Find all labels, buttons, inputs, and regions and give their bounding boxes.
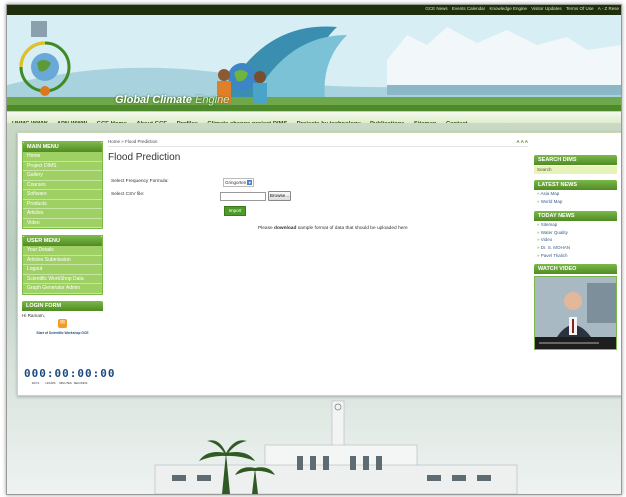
countdown-labels: DAYS HOURS MINUTES SECONDS xyxy=(28,381,88,385)
breadcrumb-text[interactable]: Home » Flood Prediction xyxy=(108,139,158,144)
user-menu-title: USER MENU xyxy=(23,236,102,246)
top-link[interactable]: Events Calendar xyxy=(452,6,485,11)
today-link[interactable]: Sitemap xyxy=(534,221,617,229)
globe-logo xyxy=(19,21,71,96)
brand-title: Global Climate Engine xyxy=(115,94,230,106)
banner-artwork xyxy=(7,15,621,111)
top-links: GCE News Events Calendar Knowledge Engin… xyxy=(422,6,619,11)
sidebar-item-workshop-data[interactable]: Scientific WorkShop Data xyxy=(23,274,102,284)
today-link[interactable]: Video xyxy=(534,236,617,244)
today-link[interactable]: Dr. S. MOHAN xyxy=(534,244,617,252)
video-thumbnail xyxy=(535,277,616,350)
news-link[interactable]: World Map xyxy=(534,198,617,206)
latest-news-title: LATEST NEWS xyxy=(534,180,617,190)
main-menu: MAIN MENU Home Project DIMS Gallery Cour… xyxy=(22,141,103,229)
sidebar-item-gallery[interactable]: Gallery xyxy=(23,171,102,181)
sidebar-item-project-dims[interactable]: Project DIMS xyxy=(23,161,102,171)
watch-video-title: WATCH VIDEO xyxy=(534,264,617,275)
frequency-select[interactable]: Gringorten ▾ xyxy=(223,178,255,187)
countdown-timer: 000:00:00:00 xyxy=(24,367,116,380)
workshop-icon: ✉ xyxy=(58,318,67,328)
search-title: SEARCH DIMS xyxy=(534,155,617,165)
sidebar-item-articles-submission[interactable]: Articles Submission xyxy=(23,255,102,265)
search-input[interactable]: Search xyxy=(534,166,617,174)
login-form-title: LOGIN FORM xyxy=(22,300,103,311)
main-content: Home » Flood Prediction A A A Flood Pred… xyxy=(108,137,528,231)
top-link[interactable]: A - Z Rese xyxy=(598,6,619,11)
right-sidebar: SEARCH DIMS Search LATEST NEWS Asia Map … xyxy=(534,155,617,351)
login-form: LOGIN FORM Hi Ramam, ✉ Start of Scientif… xyxy=(22,300,114,385)
top-link[interactable]: Terms Of Use xyxy=(566,6,594,11)
sidebar-item-video[interactable]: Video xyxy=(23,218,102,228)
sidebar-item-articles[interactable]: Articles xyxy=(23,209,102,219)
frequency-label: Select Frequency Formula: xyxy=(111,179,169,184)
today-news-title: TODAY NEWS xyxy=(534,211,617,222)
today-link[interactable]: Water Quality xyxy=(534,229,617,237)
sidebar-item-products[interactable]: Products xyxy=(23,199,102,209)
login-greeting: Hi Ramam, xyxy=(22,312,45,318)
top-link[interactable]: Knowledge Engine xyxy=(489,6,527,11)
csv-file-input[interactable] xyxy=(220,192,266,201)
page-title: Flood Prediction xyxy=(108,152,181,163)
chevron-down-icon: ▾ xyxy=(247,180,253,186)
header-banner: Global Climate Engine xyxy=(7,15,621,111)
download-link[interactable]: download xyxy=(274,226,296,231)
sidebar-item-your-details[interactable]: Your Details xyxy=(23,246,102,256)
frequency-select-value: Gringorten xyxy=(225,180,247,185)
download-note: Please download sample format of data th… xyxy=(258,226,408,231)
countdown-label: DAYS xyxy=(31,381,40,385)
browse-button[interactable]: Browse... xyxy=(268,191,291,201)
top-link[interactable]: GCE News xyxy=(425,6,447,11)
workshop-caption: Start of Scientific Workshop GCE xyxy=(36,330,89,335)
countdown-label: HOURS xyxy=(45,381,56,385)
sidebar-item-software[interactable]: Software xyxy=(23,190,102,200)
top-link[interactable]: Visitor Updates xyxy=(531,6,561,11)
user-menu: USER MENU Your Details Articles Submissi… xyxy=(22,235,103,295)
today-link[interactable]: Pavel Tkalich xyxy=(534,252,617,260)
video-player[interactable] xyxy=(534,276,617,351)
breadcrumb: Home » Flood Prediction A A A xyxy=(108,137,528,147)
note-suffix: sample format of data that should be upl… xyxy=(297,226,408,231)
sidebar-item-home[interactable]: Home xyxy=(23,152,102,162)
font-size-controls[interactable]: A A A xyxy=(516,137,528,146)
top-bar: GCE News Events Calendar Knowledge Engin… xyxy=(7,5,621,15)
countdown-label: SECONDS xyxy=(73,381,88,385)
main-menu-title: MAIN MENU xyxy=(23,142,102,152)
left-sidebar: MAIN MENU Home Project DIMS Gallery Cour… xyxy=(22,141,114,385)
import-button[interactable]: Import xyxy=(224,206,246,216)
csv-label: Select CSV file: xyxy=(111,192,145,197)
sidebar-item-courses[interactable]: Courses xyxy=(23,180,102,190)
content-panel: MAIN MENU Home Project DIMS Gallery Cour… xyxy=(17,132,621,396)
browser-page: GCE News Events Calendar Knowledge Engin… xyxy=(6,4,622,495)
sidebar-item-graph-generator[interactable]: Graph Generator Admin xyxy=(23,284,102,294)
news-link[interactable]: Asia Map xyxy=(534,190,617,198)
countdown-label: MINUTES xyxy=(59,381,72,385)
sidebar-item-logout[interactable]: Logout xyxy=(23,265,102,275)
note-prefix: Please xyxy=(258,226,273,231)
